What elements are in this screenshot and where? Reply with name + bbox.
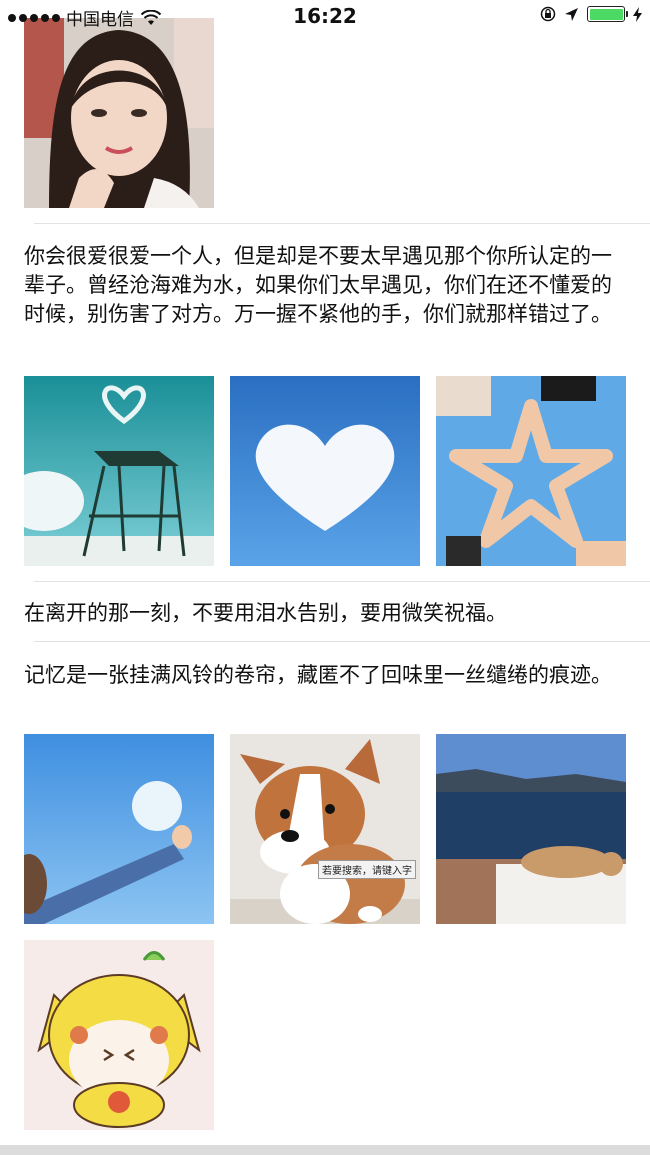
post-text: 在离开的那一刻，不要用泪水告别，要用微笑祝福。: [24, 601, 507, 625]
post-image-heart-cloud[interactable]: [230, 376, 420, 566]
status-bar: 中国电信 16:22: [0, 0, 650, 32]
post-divider: [34, 223, 650, 224]
post-image-balloon[interactable]: [24, 734, 214, 924]
post-text: 你会很爱很爱一个人，但是却是不要太早遇见那个你所认定的一辈子。曾经沧海难为水，如…: [24, 244, 612, 326]
portrait-image[interactable]: [24, 18, 214, 208]
post-divider: [34, 641, 650, 642]
orientation-lock-icon: [540, 6, 556, 22]
post-image-corgi-puppy[interactable]: 若要搜索，请键入字: [230, 734, 420, 924]
status-right: [540, 6, 642, 22]
bottom-toolbar: [0, 1145, 650, 1155]
post-image-heart-tower[interactable]: [24, 376, 214, 566]
battery-icon: [587, 6, 628, 22]
post-divider: [34, 581, 650, 582]
charging-bolt-icon: [633, 6, 642, 22]
post-image-pikachu[interactable]: [24, 940, 214, 1130]
post-text: 记忆是一张挂满风铃的卷帘，藏匿不了回味里一丝缱绻的痕迹。: [24, 663, 612, 687]
location-arrow-icon: [565, 7, 578, 21]
post-image-hands-star[interactable]: [436, 376, 626, 566]
post-image-corgi-lake[interactable]: [436, 734, 626, 924]
image-overlay-text: 若要搜索，请键入字: [318, 860, 416, 879]
